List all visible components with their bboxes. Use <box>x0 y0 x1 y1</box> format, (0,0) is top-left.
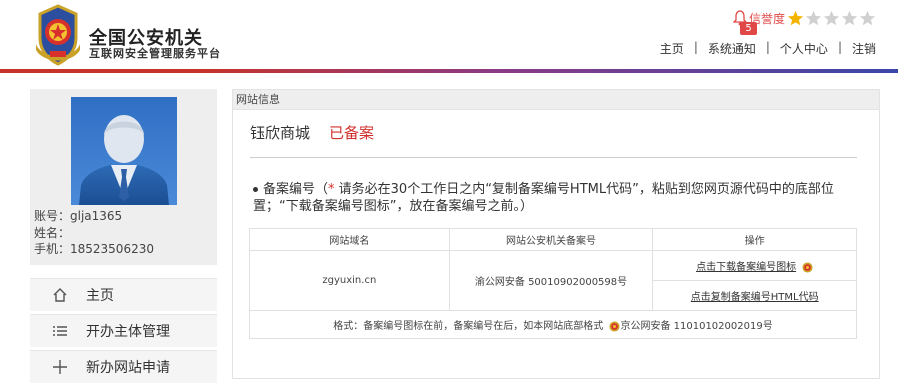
list-icon <box>52 323 68 339</box>
sidebar-item-label: 开办主体管理 <box>86 324 170 340</box>
format-row: 格式：备案编号图标在前，备案编号在后，如本网站底部格式 京公网安备 110101… <box>249 310 857 339</box>
account-text: 账号：glja1365 <box>34 209 123 223</box>
notice-prefix: 备案编号（ <box>263 182 329 197</box>
site-name: 钰欣商城 <box>250 124 311 142</box>
police-emblem-icon <box>802 261 813 273</box>
star-icon <box>823 10 840 25</box>
sidebar-item-new-site-application[interactable]: 新办网站申请 <box>30 350 217 383</box>
notification-count-badge[interactable]: 5 <box>740 22 757 35</box>
star-icon <box>859 10 876 25</box>
record-number-cell: 渝公网安备 50010902000598号 <box>448 250 654 311</box>
top-navigation: 主页 | 系统通知 | 个人中心 | 注销 <box>660 40 876 57</box>
sidebar-item-label: 新办网站申请 <box>86 360 170 376</box>
nav-personal-link[interactable]: 个人中心 <box>780 40 828 57</box>
download-action-cell: 点击下载备案编号图标 <box>652 250 857 281</box>
nav-home-link[interactable]: 主页 <box>660 40 684 57</box>
star-icon <box>787 10 804 25</box>
nav-logout-link[interactable]: 注销 <box>852 40 876 57</box>
nav-separator: | <box>837 40 842 54</box>
police-emblem-icon <box>609 320 620 332</box>
column-header: 网站公安机关备案号 <box>448 228 654 251</box>
record-number-notice: 备案编号（* 请务必在30个工作日之内“复制备案编号HTML代码”，粘贴到您网页… <box>253 181 863 215</box>
format-note-text: 格式：备案编号图标在前，备案编号在后，如本网站底部格式 <box>333 321 604 332</box>
website-info-panel: 网站信息 钰欣商城 已备案 备案编号（* 请务必在30个工作日之内“复制备案编号… <box>232 89 880 379</box>
credit-stars <box>787 10 877 27</box>
platform-subtitle: 互联网安全管理服务平台 <box>89 47 221 60</box>
nav-separator: | <box>765 40 770 54</box>
name-text: 姓名： <box>34 226 71 240</box>
star-icon <box>841 10 858 25</box>
header: 全国公安机关 互联网安全管理服务平台 信誉度 5 主页 | 系统通知 | 个人中… <box>0 0 898 70</box>
column-header: 操作 <box>652 228 857 251</box>
bullet-icon <box>253 187 258 192</box>
phone-text: 手机：18523506230 <box>34 242 154 256</box>
column-header: 网站域名 <box>249 228 450 251</box>
police-emblem-logo <box>36 4 80 66</box>
format-example-text: 京公网安备 11010102002019号 <box>620 321 773 332</box>
nav-notice-link[interactable]: 系统通知 <box>708 40 756 57</box>
home-icon <box>52 287 68 303</box>
divider <box>250 157 857 158</box>
section-title: 网站信息 <box>233 90 879 110</box>
sidebar-item-home[interactable]: 主页 <box>30 278 217 311</box>
avatar <box>71 97 177 205</box>
notice-body: 请务必在30个工作日之内“复制备案编号HTML代码”，粘贴到您网页源代码中的底部… <box>253 182 834 214</box>
status-badge: 已备案 <box>329 124 375 142</box>
table-row: zgyuxin.cn 渝公网安备 50010902000598号 点击下载备案编… <box>249 250 857 311</box>
sidebar-item-label: 主页 <box>86 288 114 304</box>
copy-action-cell: 点击复制备案编号HTML代码 <box>652 280 857 311</box>
star-icon <box>805 10 822 25</box>
domain-cell: zgyuxin.cn <box>249 250 450 311</box>
user-profile-card: 账号：glja1365 姓名： 手机：18523506230 <box>30 89 217 265</box>
format-note-cell: 格式：备案编号图标在前，备案编号在后，如本网站底部格式 京公网安备 110101… <box>249 310 857 339</box>
header-accent-bar <box>0 69 898 73</box>
table-header-row: 网站域名 网站公安机关备案号 操作 <box>249 228 857 251</box>
copy-html-code-link[interactable]: 点击复制备案编号HTML代码 <box>691 292 819 303</box>
nav-separator: | <box>693 40 698 54</box>
sidebar-item-entity-management[interactable]: 开办主体管理 <box>30 314 217 347</box>
download-icon-link[interactable]: 点击下载备案编号图标 <box>696 262 796 273</box>
record-table: 网站域名 网站公安机关备案号 操作 zgyuxin.cn 渝公网安备 50010… <box>249 228 857 339</box>
